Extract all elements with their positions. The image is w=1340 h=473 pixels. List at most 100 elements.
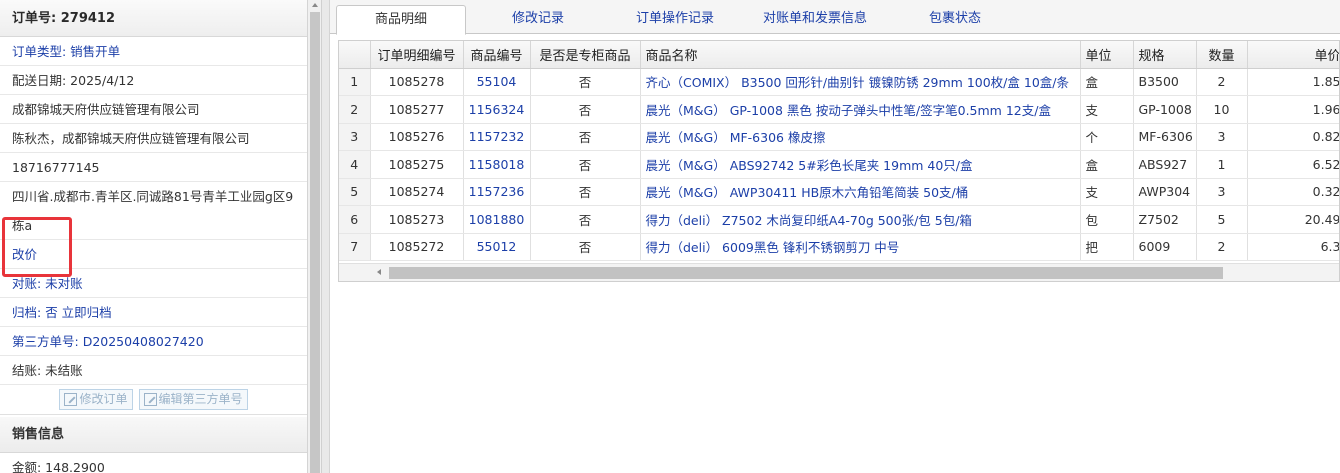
unit-price-cell: 0.32: [1247, 178, 1339, 206]
counter-product-cell: 否: [530, 178, 641, 206]
counter-product-cell: 否: [530, 95, 641, 124]
product-no-link[interactable]: 1157236: [463, 178, 531, 206]
detail-no-cell: 1085273: [370, 205, 464, 234]
sales-amount: 金额: 148.2900: [0, 453, 307, 473]
edit-third-party-label: 编辑第三方单号: [158, 392, 243, 406]
order-action-buttons: 修改订单 编辑第三方单号: [0, 385, 307, 415]
table-row[interactable]: 7 1085272 55012 否得力（deli） 6009黑色 锋利不锈钢剪刀 中号…: [339, 233, 1339, 261]
order-number-header: 订单号: 279412: [0, 0, 307, 37]
col-header-quantity[interactable]: 数量: [1196, 41, 1248, 69]
row-number: 6: [339, 205, 371, 234]
col-header-spec[interactable]: 规格: [1133, 41, 1197, 69]
reconcile-status[interactable]: 对账: 未对账: [0, 269, 307, 298]
detail-no-cell: 1085278: [370, 68, 464, 96]
product-table: 订单明细编号 商品编号 是否是专柜商品 商品名称 单位 规格 数量 单价 1 10…: [339, 41, 1339, 261]
row-number: 7: [339, 233, 371, 261]
unit-price-cell: 20.49: [1247, 205, 1339, 234]
row-number: 1: [339, 68, 371, 96]
product-name-link[interactable]: 晨光（M&G） ABS92742 5#彩色长尾夹 19mm 40只/盒: [640, 150, 1081, 179]
spec-cell: AWP304: [1133, 178, 1197, 206]
quantity-cell: 5: [1196, 205, 1248, 234]
unit-price-cell: 6.52: [1247, 150, 1339, 179]
tab-product-details[interactable]: 商品明细: [336, 5, 466, 35]
counter-product-cell: 否: [530, 205, 641, 234]
scroll-left-icon[interactable]: [377, 269, 381, 275]
col-header-unit[interactable]: 单位: [1080, 41, 1134, 69]
product-no-link[interactable]: 1156324: [463, 95, 531, 124]
row-number: 5: [339, 178, 371, 206]
counter-product-cell: 否: [530, 68, 641, 96]
table-row[interactable]: 5 1085274 1157236 否晨光（M&G） AWP30411 HB原木六角铅…: [339, 178, 1339, 206]
unit-cell: 包: [1080, 205, 1134, 234]
col-header-product-name[interactable]: 商品名称: [640, 41, 1081, 69]
edit-third-party-button[interactable]: 编辑第三方单号: [138, 389, 248, 410]
col-header-counter-product[interactable]: 是否是专柜商品: [530, 41, 641, 69]
sales-info-title: 销售信息: [0, 417, 307, 453]
table-row[interactable]: 2 1085277 1156324 否晨光（M&G） GP-1008 黑色 按动子弹头…: [339, 95, 1339, 124]
delivery-address: 四川省.成都市.青羊区.同诚路81号青羊工业园g区9栋a: [0, 182, 307, 240]
spec-cell: Z7502: [1133, 205, 1197, 234]
table-horizontal-scrollbar[interactable]: [339, 263, 1339, 281]
col-header-rownum: [339, 41, 371, 69]
col-header-detail-no[interactable]: 订单明细编号: [370, 41, 464, 69]
tab-order-operation-records[interactable]: 订单操作记录: [610, 5, 740, 35]
product-no-link[interactable]: 1157232: [463, 123, 531, 151]
col-header-product-no[interactable]: 商品编号: [463, 41, 531, 69]
counter-product-cell: 否: [530, 123, 641, 151]
product-no-link[interactable]: 55104: [463, 68, 531, 96]
order-type[interactable]: 订单类型: 销售开单: [0, 37, 307, 66]
unit-price-cell: 6.3: [1247, 233, 1339, 261]
scroll-up-icon[interactable]: [312, 3, 318, 7]
horizontal-scrollbar-thumb[interactable]: [389, 267, 1223, 279]
third-party-label: 第三方单号:: [12, 334, 83, 349]
phone-number: 18716777145: [0, 153, 307, 182]
settlement-status: 结账: 未结账: [0, 356, 307, 385]
change-price-link[interactable]: 改价: [0, 240, 307, 269]
archive-label: 归档:: [12, 305, 46, 320]
col-header-unit-price[interactable]: 单价: [1247, 41, 1339, 69]
archive-now-link[interactable]: 否 立即归档: [45, 305, 111, 320]
row-number: 2: [339, 95, 371, 124]
quantity-cell: 2: [1196, 68, 1248, 96]
product-name-link[interactable]: 齐心（COMIX） B3500 回形针/曲别针 镀镍防锈 29mm 100枚/盒…: [640, 68, 1081, 96]
tab-statement-invoice[interactable]: 对账单和发票信息: [740, 5, 890, 35]
delivery-date: 配送日期: 2025/4/12: [0, 66, 307, 95]
unit-price-cell: 1.85: [1247, 68, 1339, 96]
company-name: 成都锦城天府供应链管理有限公司: [0, 95, 307, 124]
table-row[interactable]: 1 1085278 55104 否齐心（COMIX） B3500 回形针/曲别针 镀镍…: [339, 68, 1339, 96]
detail-no-cell: 1085274: [370, 178, 464, 206]
row-number: 3: [339, 123, 371, 151]
panel-splitter[interactable]: [322, 0, 330, 473]
unit-cell: 支: [1080, 178, 1134, 206]
counter-product-cell: 否: [530, 150, 641, 179]
third-party-number[interactable]: D20250408027420: [83, 334, 204, 349]
edit-icon: [143, 393, 157, 406]
quantity-cell: 3: [1196, 123, 1248, 151]
product-name-link[interactable]: 晨光（M&G） MF-6306 橡皮擦: [640, 123, 1081, 151]
detail-tabs: 商品明细 修改记录 订单操作记录 对账单和发票信息 包裹状态: [330, 0, 1340, 35]
tab-package-status[interactable]: 包裹状态: [900, 5, 1010, 35]
order-info-panel: 订单号: 279412 订单类型: 销售开单 配送日期: 2025/4/12 成…: [0, 0, 308, 473]
left-panel-scrollbar[interactable]: [308, 0, 322, 473]
quantity-cell: 3: [1196, 178, 1248, 206]
detail-no-cell: 1085275: [370, 150, 464, 179]
product-name-link[interactable]: 晨光（M&G） AWP30411 HB原木六角铅笔简装 50支/桶: [640, 178, 1081, 206]
unit-cell: 盒: [1080, 150, 1134, 179]
scrollbar-thumb[interactable]: [310, 12, 320, 473]
table-header-row: 订单明细编号 商品编号 是否是专柜商品 商品名称 单位 规格 数量 单价: [339, 41, 1339, 69]
spec-cell: ABS927: [1133, 150, 1197, 179]
product-name-link[interactable]: 得力（deli） Z7502 木尚复印纸A4-70g 500张/包 5包/箱: [640, 205, 1081, 234]
unit-cell: 个: [1080, 123, 1134, 151]
product-no-link[interactable]: 55012: [463, 233, 531, 261]
quantity-cell: 10: [1196, 95, 1248, 124]
unit-cell: 盒: [1080, 68, 1134, 96]
product-name-link[interactable]: 晨光（M&G） GP-1008 黑色 按动子弹头中性笔/签字笔0.5mm 12支…: [640, 95, 1081, 124]
product-no-link[interactable]: 1158018: [463, 150, 531, 179]
tab-modify-records[interactable]: 修改记录: [480, 5, 596, 35]
product-name-link[interactable]: 得力（deli） 6009黑色 锋利不锈钢剪刀 中号: [640, 233, 1081, 261]
modify-order-button[interactable]: 修改订单: [59, 389, 133, 410]
table-row[interactable]: 4 1085275 1158018 否晨光（M&G） ABS92742 5#彩色长尾夹…: [339, 150, 1339, 179]
table-row[interactable]: 6 1085273 1081880 否得力（deli） Z7502 木尚复印纸A4-7…: [339, 205, 1339, 234]
table-row[interactable]: 3 1085276 1157232 否晨光（M&G） MF-6306 橡皮擦个 MF-6…: [339, 123, 1339, 151]
product-no-link[interactable]: 1081880: [463, 205, 531, 234]
